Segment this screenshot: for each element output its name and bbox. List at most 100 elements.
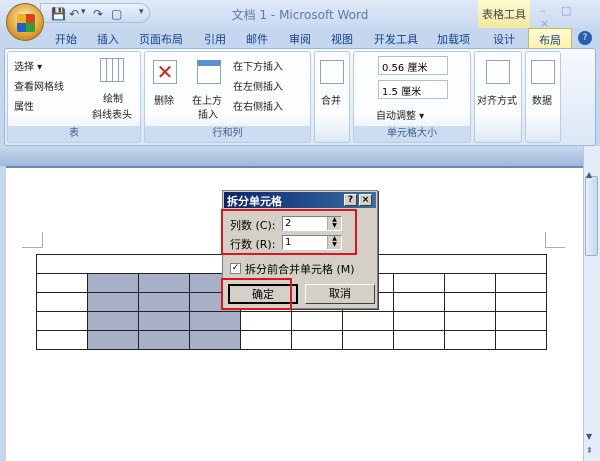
table-cell-selected[interactable] [138, 273, 190, 293]
insert-left-button[interactable]: 在左侧插入 [233, 78, 283, 93]
office-button[interactable] [6, 3, 44, 41]
tab-insert[interactable]: 插入 [97, 31, 119, 47]
table-cell[interactable] [444, 330, 496, 350]
ribbon-tabs: 开始 插入 页面布局 引用 邮件 审阅 视图 开发工具 加载项 设计 [0, 28, 600, 48]
table-cell-selected[interactable] [87, 292, 139, 312]
tab-review[interactable]: 审阅 [289, 31, 311, 47]
table-cell[interactable] [393, 311, 445, 331]
scrollbar-thumb[interactable] [585, 176, 598, 256]
table-cell-selected[interactable] [138, 292, 190, 312]
table-cell[interactable] [444, 292, 496, 312]
draw-diagonal-header-icon [100, 58, 124, 82]
tab-view[interactable]: 视图 [331, 31, 353, 47]
table-cell[interactable] [291, 311, 343, 331]
group-label: 表 [8, 126, 140, 142]
group-merge: 合并 [314, 51, 350, 143]
previous-page-icon[interactable]: ⇞ [586, 446, 593, 455]
group-data: 数据 [525, 51, 561, 143]
table-cell-selected[interactable] [87, 273, 139, 293]
tab-mailings[interactable]: 邮件 [246, 31, 268, 47]
select-button[interactable]: 选择 ▾ [14, 58, 42, 73]
table-cell-selected[interactable] [138, 311, 190, 331]
insert-above-icon [197, 60, 221, 84]
highlight-box [221, 278, 292, 310]
draw-diagonal-header-label-1[interactable]: 绘制 [103, 90, 123, 105]
table-cell[interactable] [240, 330, 292, 350]
delete-button[interactable]: 删除 [154, 92, 174, 107]
scroll-up-icon[interactable]: ▲ [586, 170, 592, 179]
delete-icon: ✕ [153, 60, 177, 84]
data-button[interactable]: 数据 [532, 92, 552, 107]
table-cell[interactable] [36, 330, 88, 350]
table-cell[interactable] [291, 330, 343, 350]
table-cell[interactable] [444, 311, 496, 331]
tab-home[interactable]: 开始 [55, 31, 77, 47]
table-cell-selected[interactable] [189, 330, 241, 350]
group-rows-columns: ✕ 删除 在上方 插入 在下方插入 在左侧插入 在右侧插入 行和列 [144, 51, 311, 143]
table-cell-selected[interactable] [189, 311, 241, 331]
dialog-help-button[interactable]: ? [344, 194, 357, 206]
dialog-title-text: 拆分单元格 [227, 195, 282, 208]
cell-height-input[interactable]: 0.56 厘米 [378, 56, 448, 75]
table-cell[interactable] [240, 311, 292, 331]
split-cells-dialog: 拆分单元格 ? × 列数 (C): 2 ▲ ▼ 行数 (R): 1 ▲ ▼ ✓ 拆分… [221, 190, 378, 310]
table-cell[interactable] [393, 273, 445, 293]
table-cell[interactable] [444, 273, 496, 293]
table-cell[interactable] [342, 330, 394, 350]
table-cell-selected[interactable] [87, 311, 139, 331]
tab-layout[interactable]: 布局 [528, 28, 572, 48]
group-cell-size: 0.56 厘米 1.5 厘米 自动调整 ▾ 单元格大小 [353, 51, 471, 143]
group-label: 行和列 [145, 126, 310, 142]
table-tools-context-label: 表格工具 [478, 0, 530, 28]
table-cell-selected[interactable] [138, 330, 190, 350]
dialog-close-button[interactable]: × [359, 194, 372, 206]
draw-diagonal-header-label-2[interactable]: 斜线表头 [92, 106, 132, 121]
cell-width-input[interactable]: 1.5 厘米 [378, 80, 448, 99]
margin-mark [42, 232, 43, 248]
group-table: 选择 ▾ 查看网格线 属性 绘制 斜线表头 表 [7, 51, 141, 143]
dialog-title: 拆分单元格 ? × [224, 192, 376, 208]
table-cell[interactable] [36, 292, 88, 312]
margin-mark [545, 247, 565, 248]
merge-before-split-checkbox[interactable]: ✓ [230, 263, 241, 274]
window-controls[interactable]: – □ × [540, 4, 600, 30]
margin-mark [545, 232, 546, 248]
table-cell[interactable] [495, 273, 547, 293]
merge-icon [320, 60, 344, 84]
highlight-box [221, 209, 357, 255]
table-cell[interactable] [36, 311, 88, 331]
autofit-button[interactable]: 自动调整 ▾ [376, 107, 424, 122]
office-logo-icon [17, 14, 35, 32]
scroll-down-icon[interactable]: ▼ [586, 432, 592, 441]
table-cell[interactable] [495, 311, 547, 331]
merge-before-split-label: 拆分前合并单元格 (M) [245, 263, 355, 276]
tab-design[interactable]: 设计 [493, 31, 515, 47]
table-cell[interactable] [393, 292, 445, 312]
table-cell[interactable] [393, 330, 445, 350]
properties-button[interactable]: 属性 [14, 98, 34, 113]
merge-button[interactable]: 合并 [321, 92, 341, 107]
help-icon[interactable]: ? [578, 31, 592, 45]
ribbon: 选择 ▾ 查看网格线 属性 绘制 斜线表头 表 ✕ 删除 在上方 插入 在下方插… [4, 48, 596, 146]
cancel-button[interactable]: 取消 [305, 284, 375, 304]
insert-above-button[interactable]: 在上方 [192, 92, 222, 107]
group-alignment: 对齐方式 [474, 51, 522, 143]
table-cell[interactable] [495, 330, 547, 350]
tab-developer[interactable]: 开发工具 [374, 31, 418, 47]
tab-addins[interactable]: 加载项 [437, 31, 470, 47]
ruler-area [0, 146, 600, 166]
group-label: 单元格大小 [354, 126, 470, 142]
tab-page-layout[interactable]: 页面布局 [139, 31, 183, 47]
alignment-button[interactable]: 对齐方式 [477, 92, 517, 107]
table-cell-selected[interactable] [87, 330, 139, 350]
tab-references[interactable]: 引用 [204, 31, 226, 47]
insert-above-label-2[interactable]: 插入 [198, 106, 218, 121]
table-cell[interactable] [36, 273, 88, 293]
table-cell[interactable] [342, 311, 394, 331]
insert-right-button[interactable]: 在右侧插入 [233, 98, 283, 113]
insert-below-button[interactable]: 在下方插入 [233, 58, 283, 73]
table-cell[interactable] [495, 292, 547, 312]
alignment-icon [486, 60, 510, 84]
data-icon [531, 60, 555, 84]
view-gridlines-button[interactable]: 查看网格线 [14, 78, 64, 93]
